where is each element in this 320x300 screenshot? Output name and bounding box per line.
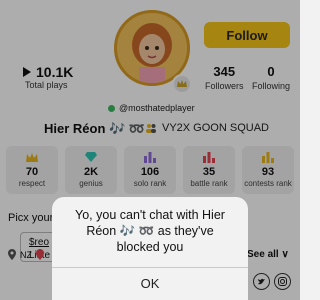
ok-button[interactable]: OK (52, 268, 248, 298)
alert-message: Yo, you can't chat with Hier Réon 🎶 ➿ as… (75, 208, 225, 254)
blocked-alert-dialog: Yo, you can't chat with Hier Réon 🎶 ➿ as… (52, 197, 248, 300)
